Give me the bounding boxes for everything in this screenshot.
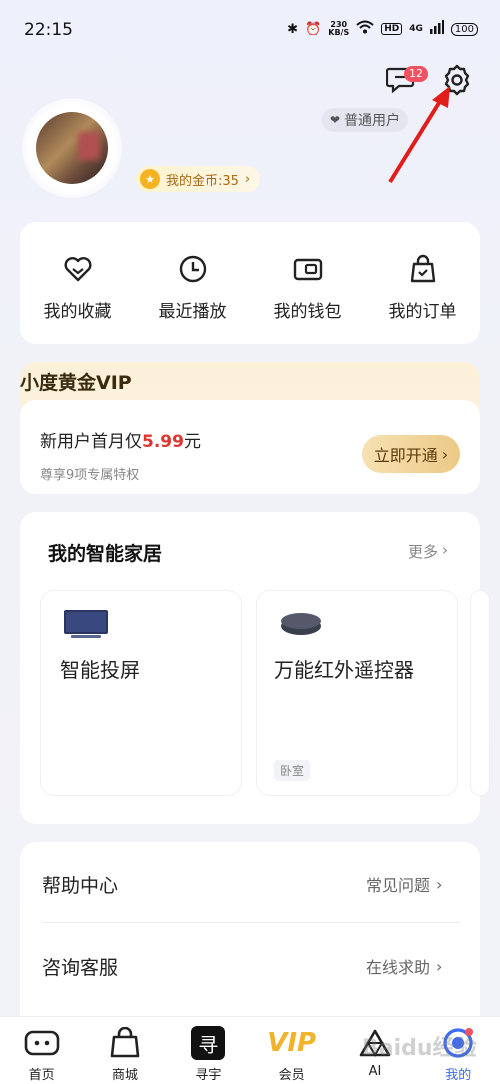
vip-offer-prefix: 新用户首月仅 xyxy=(40,432,142,452)
smart-home-title: 我的智能家居 xyxy=(48,543,163,565)
quick-action-orders[interactable]: 我的订单 xyxy=(373,253,473,322)
avatar[interactable] xyxy=(36,112,108,184)
quick-action-label: 我的收藏 xyxy=(43,301,112,322)
device-name: 智能投屏 xyxy=(60,658,140,682)
wallet-icon xyxy=(293,258,322,280)
bluetooth-icon: ✱ xyxy=(287,21,299,37)
device-name: 万能红外遥控器 xyxy=(274,658,414,682)
user-type-label: 普通用户 xyxy=(344,113,401,129)
bottom-tab-bar: 首页 商城 寻 寻宇 VIP 会员 AI 我的 xyxy=(0,1016,500,1084)
avatar-container[interactable] xyxy=(22,98,122,198)
home-tv-icon xyxy=(23,1025,61,1061)
tv-screen-icon xyxy=(64,610,108,638)
smart-home-more-link[interactable]: 更多 › xyxy=(408,541,448,562)
status-bar: 22:15 ✱ ⏰ 230 KB/S HD 4G 100 xyxy=(0,0,500,60)
tab-xunyu[interactable]: 寻 寻宇 xyxy=(167,1017,250,1084)
network-type: 4G xyxy=(409,24,423,34)
tab-label: AI xyxy=(368,1064,382,1079)
list-title: 咨询客服 xyxy=(42,957,119,979)
vip-title: 小度黄金VIP xyxy=(20,372,132,394)
status-time: 22:15 xyxy=(24,20,73,40)
divider xyxy=(42,922,460,923)
chevron-right-icon: › xyxy=(441,444,449,464)
xunyu-logo-icon: 寻 xyxy=(189,1025,227,1061)
clock-icon xyxy=(179,255,206,282)
list-title: 帮助中心 xyxy=(42,875,119,897)
device-room-tag: 卧室 xyxy=(274,760,311,781)
alarm-icon: ⏰ xyxy=(305,21,322,37)
tab-home[interactable]: 首页 xyxy=(0,1017,83,1084)
hd-indicator: HD xyxy=(381,23,403,35)
list-value: 在线求助 › xyxy=(366,954,442,978)
ai-triangle-icon xyxy=(356,1025,394,1061)
list-value-label: 常见问题 xyxy=(366,876,431,895)
chevron-right-icon: › xyxy=(436,874,443,894)
wifi-icon xyxy=(356,20,374,38)
coin-icon: ★ xyxy=(140,169,160,189)
device-card-partial[interactable] xyxy=(470,590,490,796)
shopping-bag-icon xyxy=(106,1025,144,1061)
tab-mall[interactable]: 商城 xyxy=(83,1017,166,1084)
gear-icon xyxy=(444,64,470,96)
shopping-bag-icon xyxy=(410,254,435,282)
vip-subtitle: 尊享9项专属特权 xyxy=(40,468,140,483)
chevron-right-icon: › xyxy=(442,541,449,559)
vip-icon: VIP xyxy=(267,1028,317,1058)
list-value: 常见问题 › xyxy=(366,872,442,896)
quick-actions-card: 我的收藏 最近播放 我的钱包 我的订单 xyxy=(20,222,480,344)
battery-indicator: 100 xyxy=(450,22,478,36)
list-value-label: 在线求助 xyxy=(366,958,431,977)
heart-diamond-icon: ❤ xyxy=(330,113,341,127)
quick-action-label: 最近播放 xyxy=(158,301,227,322)
user-type-badge: ❤ 普通用户 xyxy=(322,108,409,132)
tab-label: 首页 xyxy=(28,1068,55,1083)
coins-label: 我的金币:35 xyxy=(166,173,239,189)
tab-ai[interactable]: AI xyxy=(333,1017,416,1084)
tab-label: 我的 xyxy=(445,1068,472,1083)
vip-offer-suffix: 元 xyxy=(183,432,201,452)
tab-label: 商城 xyxy=(111,1068,138,1083)
tab-vip[interactable]: VIP 会员 xyxy=(250,1017,333,1084)
status-icons: ✱ ⏰ 230 KB/S HD 4G 100 xyxy=(287,20,478,38)
quick-action-label: 我的订单 xyxy=(388,301,457,322)
quick-action-favorites[interactable]: 我的收藏 xyxy=(28,253,128,322)
device-card-screen[interactable] xyxy=(40,590,242,796)
quick-action-recent[interactable]: 最近播放 xyxy=(143,253,243,322)
vip-open-button[interactable]: 立即开通 › xyxy=(362,435,460,473)
chevron-right-icon: › xyxy=(436,956,443,976)
quick-action-label: 我的钱包 xyxy=(273,301,342,322)
smart-home-more-label: 更多 xyxy=(408,543,439,561)
profile-icon xyxy=(439,1025,477,1061)
vip-offer: 新用户首月仅5.99元 xyxy=(40,427,201,452)
quick-action-wallet[interactable]: 我的钱包 xyxy=(258,253,358,322)
signal-icon xyxy=(429,20,444,38)
heart-icon xyxy=(64,256,91,281)
settings-button[interactable] xyxy=(440,63,476,99)
ir-remote-icon xyxy=(281,613,321,635)
chevron-right-icon: › xyxy=(244,171,251,187)
tab-label: 寻宇 xyxy=(195,1068,222,1083)
network-speed: 230 KB/S xyxy=(328,21,349,37)
tab-label: 会员 xyxy=(278,1068,305,1083)
message-count-badge: 12 xyxy=(404,66,428,82)
vip-open-button-label: 立即开通 xyxy=(373,446,438,465)
tab-mine[interactable]: 我的 xyxy=(417,1017,500,1084)
vip-offer-price: 5.99 xyxy=(142,432,184,452)
coins-button[interactable]: ★ 我的金币:35 › xyxy=(136,166,261,192)
speed-unit: KB/S xyxy=(328,28,350,37)
